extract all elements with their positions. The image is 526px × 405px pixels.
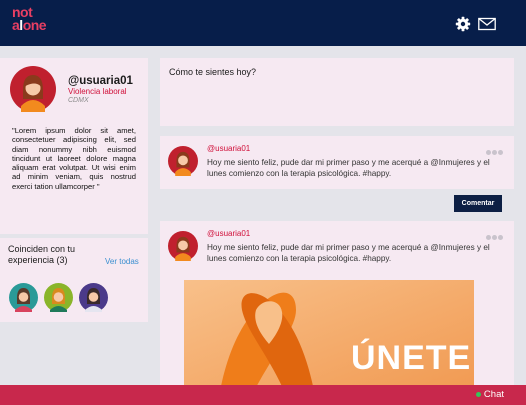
match-avatar-1[interactable] xyxy=(9,283,38,312)
post-avatar[interactable] xyxy=(168,146,198,176)
profile-username[interactable]: @usuaria01 xyxy=(68,75,133,87)
online-status-icon xyxy=(475,392,481,397)
chat-label: Chat xyxy=(483,389,504,400)
view-all-link[interactable]: Ver todas xyxy=(105,257,139,266)
mail-icon[interactable] xyxy=(478,16,496,32)
avatar[interactable] xyxy=(10,66,56,112)
app-logo[interactable]: not alone xyxy=(12,5,47,33)
profile-card: @usuaria01 Violencia laboral CDMX "Lorem… xyxy=(0,58,148,234)
feed-post: @usuaria01 Hoy me siento feliz, pude dar… xyxy=(160,221,514,391)
chat-button[interactable]: Chat xyxy=(475,389,504,400)
post-text: Hoy me siento feliz, pude dar mi primer … xyxy=(207,158,490,178)
profile-category: Violencia laboral xyxy=(68,87,127,96)
feed-post: @usuaria01 Hoy me siento feliz, pude dar… xyxy=(160,136,514,189)
post-username[interactable]: @usuaria01 xyxy=(207,144,250,153)
post-composer[interactable]: Cómo te sientes hoy? xyxy=(160,58,514,126)
post-avatar[interactable] xyxy=(168,231,198,261)
more-options-icon[interactable] xyxy=(486,227,506,240)
post-username[interactable]: @usuaria01 xyxy=(207,229,250,238)
match-avatar-3[interactable] xyxy=(79,283,108,312)
profile-bio: "Lorem ipsum dolor sit amet, consectetue… xyxy=(12,126,136,191)
profile-city: CDMX xyxy=(68,97,89,104)
match-avatar-2[interactable] xyxy=(44,283,73,312)
banner-text: ÚNETE xyxy=(351,339,472,377)
post-text: Hoy me siento feliz, pude dar mi primer … xyxy=(207,243,490,263)
comment-button[interactable]: Comentar xyxy=(454,195,502,212)
more-options-icon[interactable] xyxy=(486,142,506,155)
post-image[interactable]: ÚNETE xyxy=(184,280,474,391)
matches-card: Coinciden con tu experiencia (3) Ver tod… xyxy=(0,238,148,322)
logo-line-2: alone xyxy=(12,17,47,33)
top-bar: not alone xyxy=(0,0,526,46)
composer-placeholder: Cómo te sientes hoy? xyxy=(169,67,257,77)
bottom-bar: Chat xyxy=(0,385,526,405)
matches-title: Coinciden con tu experiencia (3) xyxy=(8,244,76,265)
gear-icon[interactable] xyxy=(454,16,472,32)
